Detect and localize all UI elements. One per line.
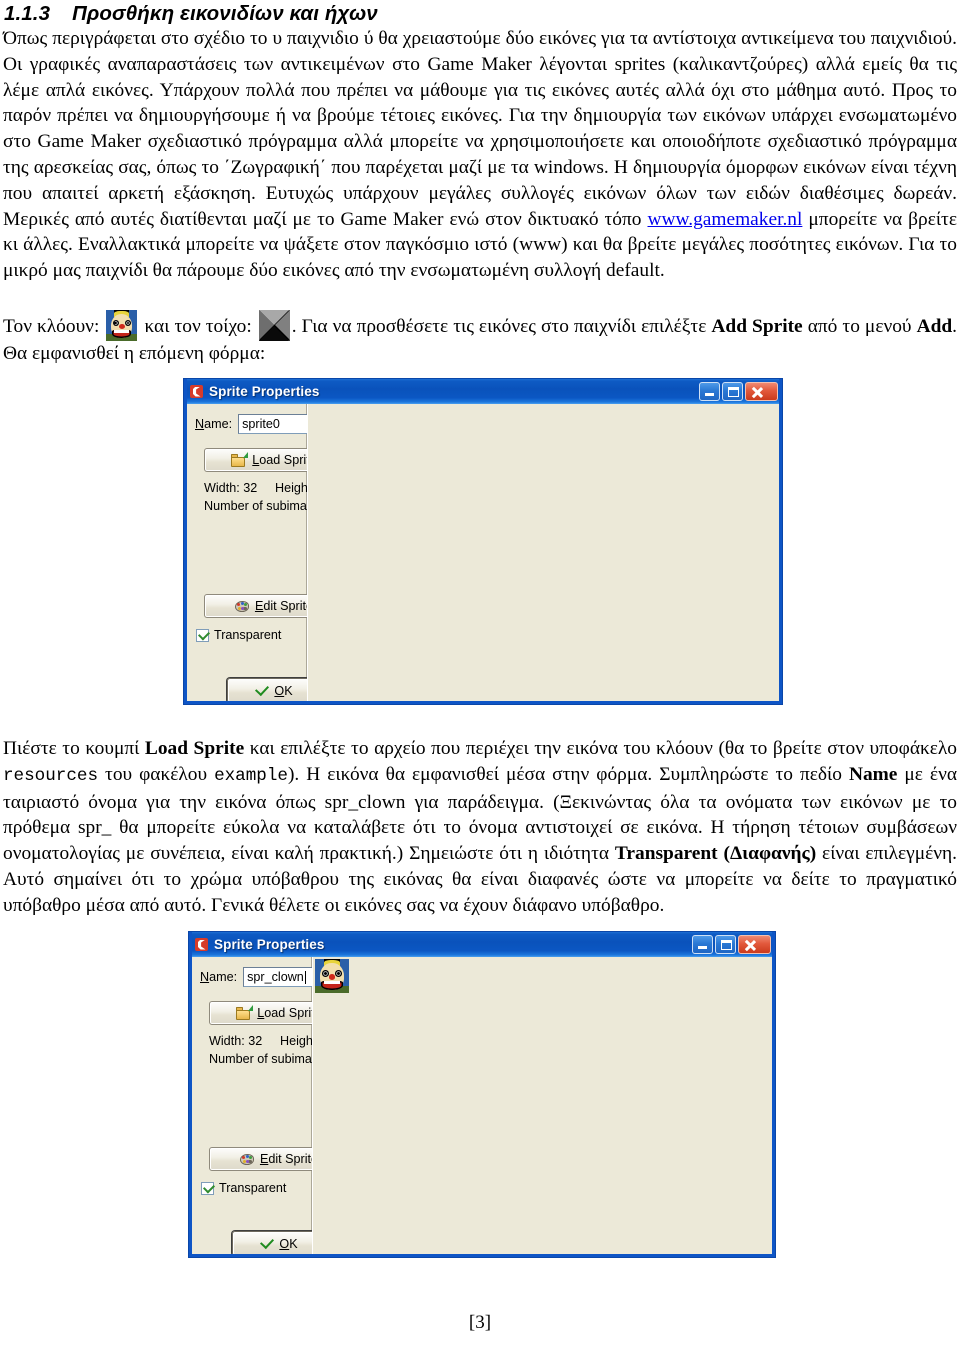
transparent-bold: Transparent bbox=[614, 843, 718, 865]
para1-seg2: υ παιχνιδιο bbox=[272, 28, 359, 49]
dialog1-titlebar[interactable]: Sprite Properties bbox=[184, 379, 782, 404]
clown-sprite-icon[interactable] bbox=[315, 959, 349, 993]
dialog2-left-pane: Name: spr_clown Load Sprite Width: 32 He… bbox=[192, 957, 357, 1256]
add-menu-bold: Add bbox=[916, 316, 953, 337]
clown-sprite-icon bbox=[106, 310, 138, 341]
checkbox-checked-icon bbox=[201, 1180, 216, 1195]
dialog1-edit-sprite-label: Edit Sprite bbox=[254, 599, 314, 613]
intro-paragraph: Όπως περιγράφεται στο σχέδιο το υ παιχνι… bbox=[3, 26, 957, 284]
para2-seg4: ). Η εικόνα θα εμφανισθεί μέσα στην φόρμ… bbox=[287, 763, 849, 785]
heading-number: 1.1.3 bbox=[4, 2, 51, 25]
dialog2-name-label: Name: bbox=[200, 970, 238, 984]
minimize-icon[interactable] bbox=[692, 935, 713, 954]
gamemaker-app-icon bbox=[189, 384, 204, 399]
para2-seg1: Πιέστε το κουμπί bbox=[3, 738, 145, 759]
load-sprite-bold: Load Sprite bbox=[144, 738, 245, 759]
document-page: 1.1.3 Προσθήκη εικονιδίων και ήχων Όπως π… bbox=[0, 0, 960, 1350]
folder-open-icon bbox=[236, 1005, 254, 1020]
dialog2-width-label: Width: 32 bbox=[209, 1034, 263, 1048]
sprite-line-after2: από το μενού bbox=[802, 316, 917, 337]
folder-open-icon bbox=[231, 452, 249, 467]
page-footer: [3] bbox=[468, 1312, 492, 1333]
dialog2-ok-label: OK bbox=[279, 1236, 298, 1251]
gamemaker-app-icon bbox=[194, 937, 209, 952]
minimize-icon[interactable] bbox=[699, 382, 720, 401]
resources-folder-code: resources bbox=[3, 765, 99, 786]
dialog2-edit-sprite-label: Edit Sprite bbox=[259, 1152, 319, 1166]
dialog1-name-value: sprite0 bbox=[242, 416, 280, 431]
sprite-line-before: Τον κλόουν: bbox=[3, 316, 100, 337]
sprite-line-between: και τον τοίχο: bbox=[144, 316, 252, 337]
dialog2-name-value: spr_clown bbox=[247, 969, 304, 984]
dialog1-ok-label: OK bbox=[274, 683, 293, 698]
palette-icon bbox=[239, 1153, 255, 1166]
para1-seg3: ύ θα χρειαστούμε δύο εικό bbox=[363, 28, 572, 49]
page-heading: 1.1.3 Προσθήκη εικονιδίων και ήχων bbox=[4, 2, 378, 26]
dialog1-body: Name: sprite0 Load Sprite Width: 32 Heig… bbox=[187, 404, 779, 703]
dialog1-name-label: Name: bbox=[195, 417, 233, 431]
sprite-properties-dialog-1[interactable]: Sprite Properties Name: sprite0 Load Spr… bbox=[183, 378, 783, 705]
dialog2-preview-pane[interactable] bbox=[312, 957, 772, 1254]
dialog1-left-pane: Name: sprite0 Load Sprite Width: 32 Heig… bbox=[187, 404, 352, 703]
check-icon bbox=[260, 1234, 275, 1250]
para1-seg1: Όπως περιγράφεται στο σχέδιο το bbox=[3, 28, 268, 49]
dialog2-transparent-checkbox[interactable]: Transparent bbox=[201, 1180, 287, 1195]
checkbox-checked-icon bbox=[196, 627, 211, 642]
para2-seg3: του φακέλου bbox=[98, 763, 215, 785]
para1-seg4: νες για τα αντίστοιχα αντικείμενα του πα… bbox=[3, 28, 957, 230]
text-caret bbox=[304, 970, 306, 984]
dialog2-titlebar[interactable]: Sprite Properties bbox=[189, 932, 775, 957]
palette-icon bbox=[234, 600, 250, 613]
dialog2-window-buttons bbox=[692, 935, 773, 954]
check-icon bbox=[255, 681, 270, 697]
para2-seg2: και επιλέξτε το αρχείο που περιέχει την … bbox=[244, 738, 957, 759]
maximize-icon[interactable] bbox=[715, 935, 736, 954]
close-icon[interactable] bbox=[745, 382, 778, 401]
add-sprite-bold: Add Sprite bbox=[711, 316, 803, 337]
sprite-properties-dialog-2[interactable]: Sprite Properties Name: spr_clown Load S… bbox=[188, 931, 776, 1258]
dialog1-transparent-label: Transparent bbox=[214, 628, 282, 642]
name-field-bold: Name bbox=[848, 763, 898, 785]
dialog1-width-label: Width: 32 bbox=[204, 481, 258, 495]
wall-sprite-icon bbox=[258, 310, 290, 341]
close-icon[interactable] bbox=[738, 935, 771, 954]
example-folder-code: example bbox=[214, 765, 288, 786]
dialog2-body: Name: spr_clown Load Sprite Width: 32 He… bbox=[192, 957, 772, 1256]
sprite-example-paragraph: Τον κλόουν: και τον τοίχο: . Για να προσ… bbox=[3, 310, 957, 367]
maximize-icon[interactable] bbox=[722, 382, 743, 401]
dialog2-title: Sprite Properties bbox=[214, 937, 325, 952]
gamemaker-website-link[interactable]: www.gamemaker.nl bbox=[647, 209, 802, 230]
dialog1-preview-pane[interactable] bbox=[307, 404, 779, 701]
dialog1-transparent-checkbox[interactable]: Transparent bbox=[196, 627, 282, 642]
diafanis-bold: (Διαφανής) bbox=[723, 843, 817, 865]
dialog2-transparent-label: Transparent bbox=[219, 1181, 287, 1195]
dialog1-window-buttons bbox=[699, 382, 780, 401]
heading-title: Προσθήκη εικονιδίων και ήχων bbox=[72, 2, 378, 25]
sprite-line-after: . Για να προσθέσετε τις εικόνες στο παιχ… bbox=[291, 316, 712, 337]
instructions-paragraph: Πιέστε το κουμπί Load Sprite και επιλέξτ… bbox=[3, 736, 957, 919]
dialog1-title: Sprite Properties bbox=[209, 384, 320, 399]
